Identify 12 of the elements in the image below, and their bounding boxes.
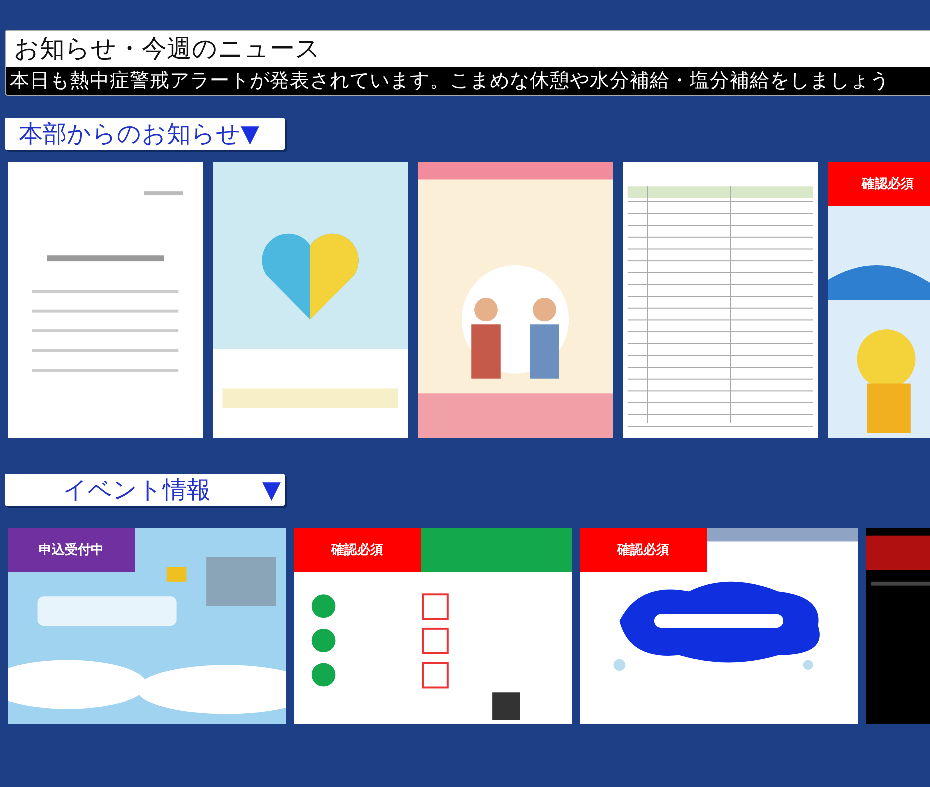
news-ticker: 本日も熱中症警戒アラートが発表されています。こまめな休憩や水分補給・塩分補給をしましょう xyxy=(6,67,930,95)
status-badge: 確認必須 xyxy=(580,528,707,572)
section-header[interactable]: イベント情報 ▼ xyxy=(5,474,285,506)
section-title: 本部からのお知らせ xyxy=(19,119,241,150)
section-title: イベント情報 xyxy=(63,475,211,506)
status-badge: 確認必須 xyxy=(828,162,930,206)
section-arrow[interactable]: ▼ xyxy=(241,120,260,148)
status-badge: 確認必須 xyxy=(294,528,421,572)
section-arrow[interactable]: ▼ xyxy=(262,476,281,504)
status-badge: 申込受付中 xyxy=(8,528,135,572)
section-header[interactable]: 本部からのお知らせ▼ xyxy=(5,118,285,150)
news-title: お知らせ・今週のニュース xyxy=(13,33,322,65)
